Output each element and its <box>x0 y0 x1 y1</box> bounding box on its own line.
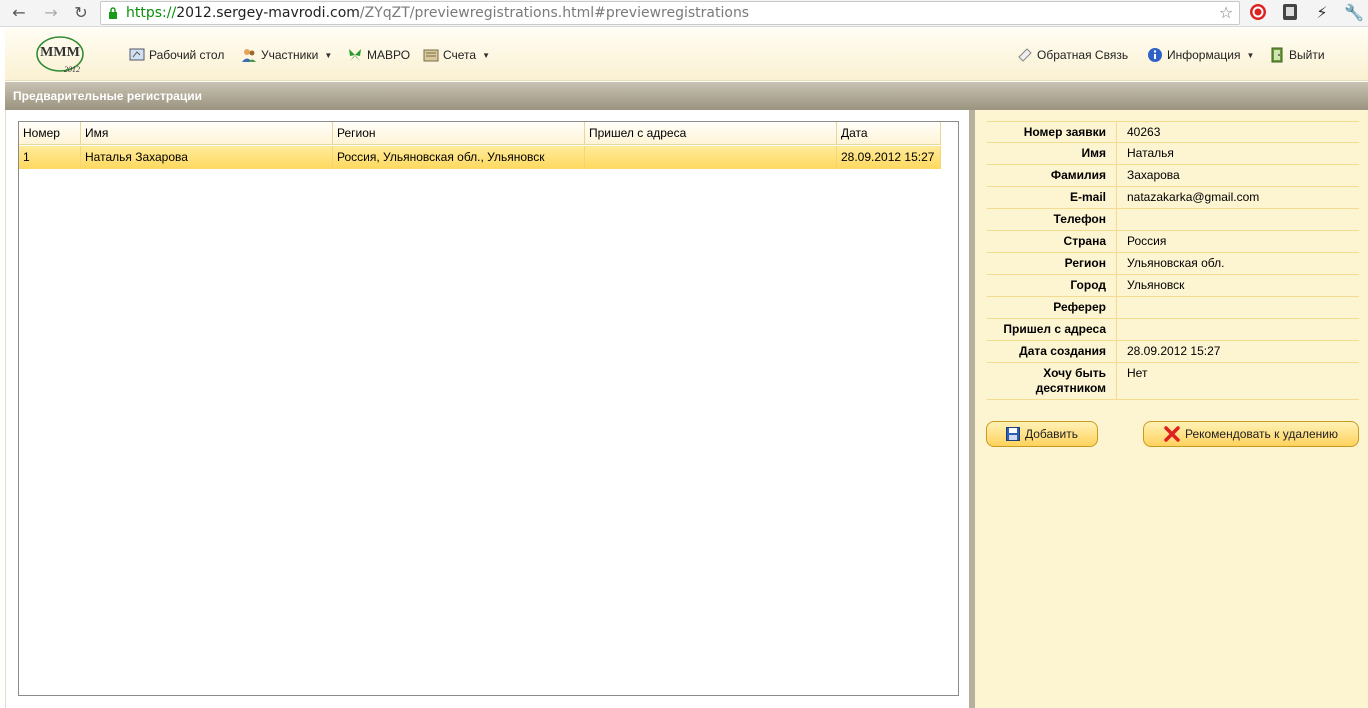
field-label: Номер заявки <box>987 122 1117 142</box>
field-row-foreman: Хочу быть десятником Нет <box>987 363 1359 400</box>
svg-text:MMM: MMM <box>40 45 80 60</box>
menu-participants-label: Участники <box>261 48 319 62</box>
menu-desktop-label: Рабочий стол <box>149 48 225 62</box>
field-row-source: Пришел с адреса <box>987 319 1359 341</box>
field-row-region: Регион Ульяновская обл. <box>987 253 1359 275</box>
people-icon <box>242 49 256 62</box>
column-header-source[interactable]: Пришел с адреса <box>585 122 837 145</box>
field-label: Хочу быть десятником <box>987 363 1117 399</box>
column-header-date[interactable]: Дата <box>837 122 941 145</box>
page-titlebar: Предварительные регистрации <box>5 82 1368 110</box>
cell-source <box>585 146 837 169</box>
field-value: 28.09.2012 15:27 <box>1127 344 1221 358</box>
field-row-created-date: Дата создания 28.09.2012 15:27 <box>987 341 1359 363</box>
cell-number: 1 <box>19 146 81 169</box>
lock-icon <box>109 7 117 19</box>
add-button[interactable]: Добавить <box>986 421 1098 447</box>
table-row[interactable]: 1 Наталья Захарова Россия, Ульяновская о… <box>19 146 941 169</box>
field-label: Реферер <box>987 297 1117 318</box>
info-icon <box>1148 48 1162 62</box>
recommend-delete-button-label: Рекомендовать к удалению <box>1184 427 1339 441</box>
menu-participants[interactable]: Участники ▼ <box>241 46 332 64</box>
reload-icon[interactable]: ↻ <box>70 3 92 23</box>
registrations-panel: Номер Имя Регион Пришел с адреса Дата 1 … <box>5 110 969 708</box>
back-arrow-icon[interactable]: ← <box>8 3 30 23</box>
feedback-icon <box>1018 48 1032 62</box>
menu-exit[interactable]: Выйти <box>1269 46 1325 64</box>
menu-mavro-label: МАВРО <box>367 48 411 62</box>
field-label: Страна <box>987 231 1117 252</box>
chevron-down-icon: ▼ <box>324 50 333 60</box>
menu-exit-label: Выйти <box>1289 48 1325 62</box>
svg-text:2012: 2012 <box>64 65 80 74</box>
accounts-icon <box>423 49 439 62</box>
field-value: Ульяновская обл. <box>1127 256 1225 270</box>
column-header-name[interactable]: Имя <box>81 122 333 145</box>
chevron-down-icon: ▼ <box>482 50 491 60</box>
cell-date: 28.09.2012 15:27 <box>837 146 941 169</box>
field-value: Россия <box>1127 234 1167 248</box>
field-label: E-mail <box>987 187 1117 208</box>
menu-mavro[interactable]: МАВРО <box>347 46 410 64</box>
mmm-logo[interactable]: MMM 2012 <box>35 34 85 74</box>
field-value: 40263 <box>1127 125 1161 139</box>
menu-desktop[interactable]: Рабочий стол <box>129 46 224 64</box>
menu-feedback[interactable]: Обратная Связь <box>1017 46 1128 64</box>
wrench-icon[interactable]: 🔧 <box>1344 3 1364 23</box>
field-row-country: Страна Россия <box>987 231 1359 253</box>
field-row-request-number: Номер заявки 40263 <box>987 121 1359 143</box>
evernote-icon[interactable] <box>1280 3 1300 23</box>
column-header-region[interactable]: Регион <box>333 122 585 145</box>
page-title: Предварительные регистрации <box>13 89 202 103</box>
browser-toolbar: ← → ↻ https://2012.sergey-mavrodi.com/ZY… <box>0 0 1368 27</box>
add-button-label: Добавить <box>1024 427 1079 441</box>
field-row-phone: Телефон <box>987 209 1359 231</box>
butterfly-icon <box>349 49 361 61</box>
field-label: Имя <box>987 143 1117 164</box>
delete-x-icon <box>1164 426 1180 442</box>
menu-info[interactable]: Информация ▼ <box>1147 46 1254 64</box>
field-value: Нет <box>1127 366 1148 380</box>
field-label: Регион <box>987 253 1117 274</box>
recommend-delete-button[interactable]: Рекомендовать к удалению <box>1143 421 1359 447</box>
chevron-down-icon: ▼ <box>1246 50 1255 60</box>
url-text: https://2012.sergey-mavrodi.com/ZYqZT/pr… <box>126 5 750 21</box>
menu-accounts[interactable]: Счета ▼ <box>423 46 490 64</box>
field-value: Ульяновск <box>1127 278 1185 292</box>
menu-info-label: Информация <box>1167 48 1241 62</box>
field-label: Пришел с адреса <box>987 319 1117 340</box>
field-row-last-name: Фамилия Захарова <box>987 165 1359 187</box>
details-panel: Номер заявки 40263 Имя Наталья Фамилия З… <box>975 110 1368 708</box>
menu-feedback-label: Обратная Связь <box>1037 48 1129 62</box>
grid-header: Номер Имя Регион Пришел с адреса Дата <box>19 122 941 145</box>
cell-name: Наталья Захарова <box>81 146 333 169</box>
address-bar[interactable]: https://2012.sergey-mavrodi.com/ZYqZT/pr… <box>100 1 1240 25</box>
field-label: Город <box>987 275 1117 296</box>
field-row-city: Город Ульяновск <box>987 275 1359 297</box>
cell-region: Россия, Ульяновская обл., Ульяновск <box>333 146 585 169</box>
app-header: MMM 2012 Рабочий стол Участники ▼ МАВРО … <box>5 28 1368 81</box>
registrations-grid: Номер Имя Регион Пришел с адреса Дата 1 … <box>18 121 959 696</box>
column-header-number[interactable]: Номер <box>19 122 81 145</box>
field-label: Фамилия <box>987 165 1117 186</box>
forward-arrow-icon[interactable]: → <box>40 3 62 23</box>
lightning-icon[interactable]: ⚡ <box>1312 3 1332 23</box>
star-icon[interactable]: ☆ <box>1216 3 1236 23</box>
save-icon <box>1005 427 1020 441</box>
stop-extension-icon[interactable] <box>1248 3 1268 23</box>
field-value: Наталья <box>1127 146 1174 160</box>
field-row-first-name: Имя Наталья <box>987 143 1359 165</box>
field-label: Телефон <box>987 209 1117 230</box>
exit-icon <box>1271 47 1283 63</box>
field-row-referrer: Реферер <box>987 297 1359 319</box>
field-value: natazakarka@gmail.com <box>1127 190 1260 204</box>
field-row-email: E-mail natazakarka@gmail.com <box>987 187 1359 209</box>
field-label: Дата создания <box>987 341 1117 362</box>
desktop-icon <box>129 48 145 61</box>
menu-accounts-label: Счета <box>443 48 477 62</box>
field-value: Захарова <box>1127 168 1180 182</box>
